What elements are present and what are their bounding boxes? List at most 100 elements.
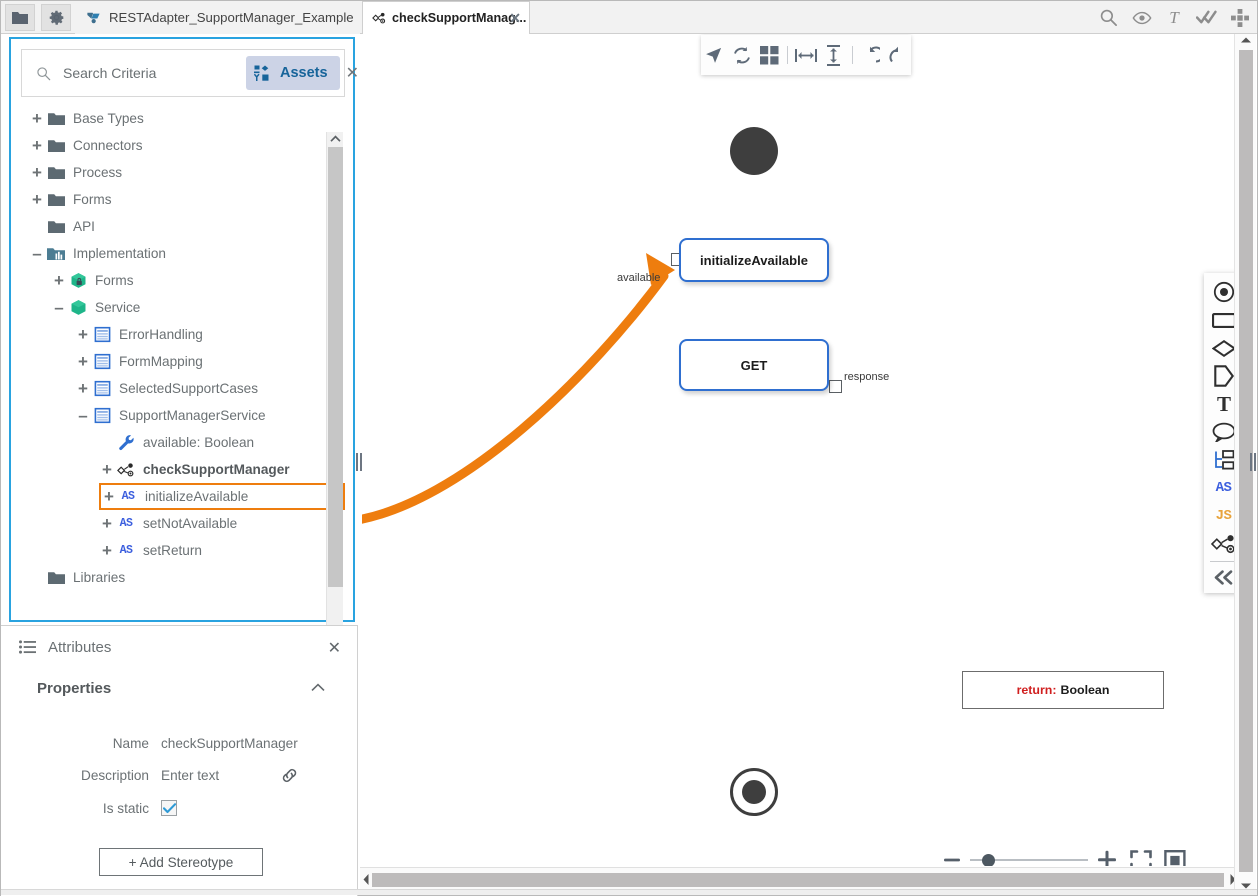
- scroll-left-icon[interactable]: [362, 873, 370, 889]
- diagram-canvas[interactable]: available initializeAvailable response G…: [362, 34, 1235, 866]
- tree-item-formmapping[interactable]: + FormMapping: [75, 348, 345, 375]
- tree-item-forms[interactable]: + Forms: [51, 267, 345, 294]
- tree-scrollbar[interactable]: [326, 132, 343, 656]
- text-icon[interactable]: T: [1166, 8, 1182, 27]
- tree-toggle-icon[interactable]: +: [101, 488, 117, 505]
- tree-toggle-icon[interactable]: +: [29, 191, 45, 208]
- tree-toggle-icon[interactable]: +: [99, 515, 115, 532]
- eye-icon[interactable]: [1132, 11, 1152, 25]
- tree-item-checksupportmanager[interactable]: + checkSupportManager: [99, 456, 345, 483]
- tree-item-setnotavailable[interactable]: + AS setNotAvailable: [99, 510, 345, 537]
- as-icon[interactable]: AS: [1204, 474, 1235, 502]
- start-node[interactable]: [730, 127, 778, 175]
- zoom-slider-thumb[interactable]: [982, 854, 995, 866]
- add-stereotype-button[interactable]: + Add Stereotype: [99, 848, 263, 876]
- link-icon[interactable]: [280, 766, 299, 785]
- shape-palette: T AS JS: [1204, 273, 1235, 593]
- undo-icon[interactable]: [858, 40, 884, 70]
- comment-icon[interactable]: [1204, 418, 1235, 446]
- event-icon[interactable]: [1204, 278, 1235, 306]
- search-input[interactable]: [61, 64, 246, 82]
- tree-toggle-icon[interactable]: –: [29, 245, 45, 262]
- double-check-icon[interactable]: [1196, 9, 1217, 26]
- tree-toggle-icon[interactable]: –: [75, 407, 91, 424]
- tree-item-label: Base Types: [73, 111, 144, 126]
- tree-toggle-icon[interactable]: +: [29, 164, 45, 181]
- scroll-up-icon[interactable]: [1240, 36, 1252, 47]
- zoom-slider[interactable]: [970, 851, 1088, 866]
- folder-impl-icon: [45, 247, 67, 261]
- return-annotation[interactable]: return: Boolean: [962, 671, 1164, 709]
- tree-item-process[interactable]: + Process: [29, 159, 345, 186]
- sync-icon[interactable]: [729, 40, 755, 70]
- search-close-icon[interactable]: ✕: [346, 63, 359, 83]
- tree-toggle-icon[interactable]: +: [75, 353, 91, 370]
- move-icon[interactable]: [1231, 8, 1249, 27]
- tree-item-connectors[interactable]: + Connectors: [29, 132, 345, 159]
- gear-icon-button[interactable]: [41, 4, 71, 31]
- tree-toggle-icon[interactable]: –: [51, 299, 67, 316]
- tree-toggle-icon[interactable]: +: [75, 326, 91, 343]
- scroll-up-icon[interactable]: [327, 132, 343, 146]
- tree-item-label: available: Boolean: [143, 435, 255, 450]
- diagram-toolbar: [701, 35, 911, 75]
- pointer-icon[interactable]: [701, 40, 727, 70]
- assets-button[interactable]: Assets: [246, 56, 340, 90]
- tree-toggle-icon[interactable]: +: [51, 272, 67, 289]
- redo-icon[interactable]: [885, 40, 911, 70]
- left-panel-splitter[interactable]: [356, 453, 363, 471]
- tree-toggle-icon[interactable]: +: [75, 380, 91, 397]
- diamond-icon[interactable]: [1204, 334, 1235, 362]
- zoom-in-button[interactable]: [1096, 849, 1118, 866]
- tree-item-service[interactable]: – Service: [51, 294, 345, 321]
- field-name-value[interactable]: checkSupportManager: [161, 736, 298, 751]
- tree-item-label: ErrorHandling: [119, 327, 203, 342]
- search-icon[interactable]: [1099, 8, 1118, 27]
- tree-toggle-icon[interactable]: +: [99, 461, 115, 478]
- rectangle-icon[interactable]: [1204, 306, 1235, 334]
- collapse-icon[interactable]: [1204, 563, 1235, 591]
- tree-item-selectedsupportcases[interactable]: + SelectedSupportCases: [75, 375, 345, 402]
- align-horizontal-icon[interactable]: [793, 40, 819, 70]
- tree-item-available-boolean[interactable]: available: Boolean: [99, 429, 345, 456]
- tree-item-setreturn[interactable]: + AS setReturn: [99, 537, 345, 564]
- fit-page-icon[interactable]: [1164, 849, 1186, 866]
- project-tab[interactable]: RESTAdapter_SupportManager_Example: [75, 1, 360, 34]
- tree-toggle-icon[interactable]: +: [29, 110, 45, 127]
- zoom-out-button[interactable]: [942, 851, 962, 866]
- close-icon[interactable]: ✕: [509, 11, 521, 25]
- project-icon: [86, 11, 101, 25]
- tree-toggle-icon[interactable]: +: [99, 542, 115, 559]
- initialize-available-node[interactable]: initializeAvailable: [679, 238, 829, 282]
- field-description-value[interactable]: Enter text: [161, 768, 219, 783]
- text-icon[interactable]: T: [1204, 390, 1235, 418]
- tree-toggle-icon[interactable]: +: [29, 137, 45, 154]
- canvas-horizontal-scroll-thumb[interactable]: [372, 873, 1224, 887]
- tree-item-api[interactable]: API: [29, 213, 345, 240]
- pentagon-icon[interactable]: [1204, 362, 1235, 390]
- end-node[interactable]: [730, 768, 778, 816]
- tree-scroll-thumb[interactable]: [328, 147, 343, 587]
- tree-item-forms[interactable]: + Forms: [29, 186, 345, 213]
- folder-icon-button[interactable]: [5, 4, 35, 31]
- tree-item-implementation[interactable]: – Implementation: [29, 240, 345, 267]
- tree-item-base-types[interactable]: + Base Types: [29, 105, 345, 132]
- right-panel-splitter[interactable]: [1250, 453, 1257, 471]
- is-static-checkbox[interactable]: [161, 800, 177, 816]
- tree-item-supportmanagerservice[interactable]: – SupportManagerService: [75, 402, 345, 429]
- tree-item-libraries[interactable]: Libraries: [29, 564, 345, 591]
- attributes-close-icon[interactable]: ✕: [328, 638, 341, 658]
- chevron-up-icon[interactable]: [311, 680, 325, 695]
- align-vertical-icon[interactable]: [821, 40, 847, 70]
- port-response[interactable]: [829, 380, 842, 393]
- js-icon[interactable]: JS: [1204, 502, 1235, 530]
- fit-screen-icon[interactable]: [1130, 849, 1152, 866]
- document-tab[interactable]: checkSupportManag... ✕: [362, 1, 530, 34]
- get-node[interactable]: GET: [679, 339, 829, 391]
- tree-item-initializeavailable[interactable]: + AS initializeAvailable: [99, 483, 345, 510]
- grid-icon[interactable]: [756, 40, 782, 70]
- subprocess-icon[interactable]: [1204, 446, 1235, 474]
- tree-item-errorhandling[interactable]: + ErrorHandling: [75, 321, 345, 348]
- flow-icon[interactable]: [1204, 530, 1235, 558]
- tree-item-label: Forms: [95, 273, 134, 288]
